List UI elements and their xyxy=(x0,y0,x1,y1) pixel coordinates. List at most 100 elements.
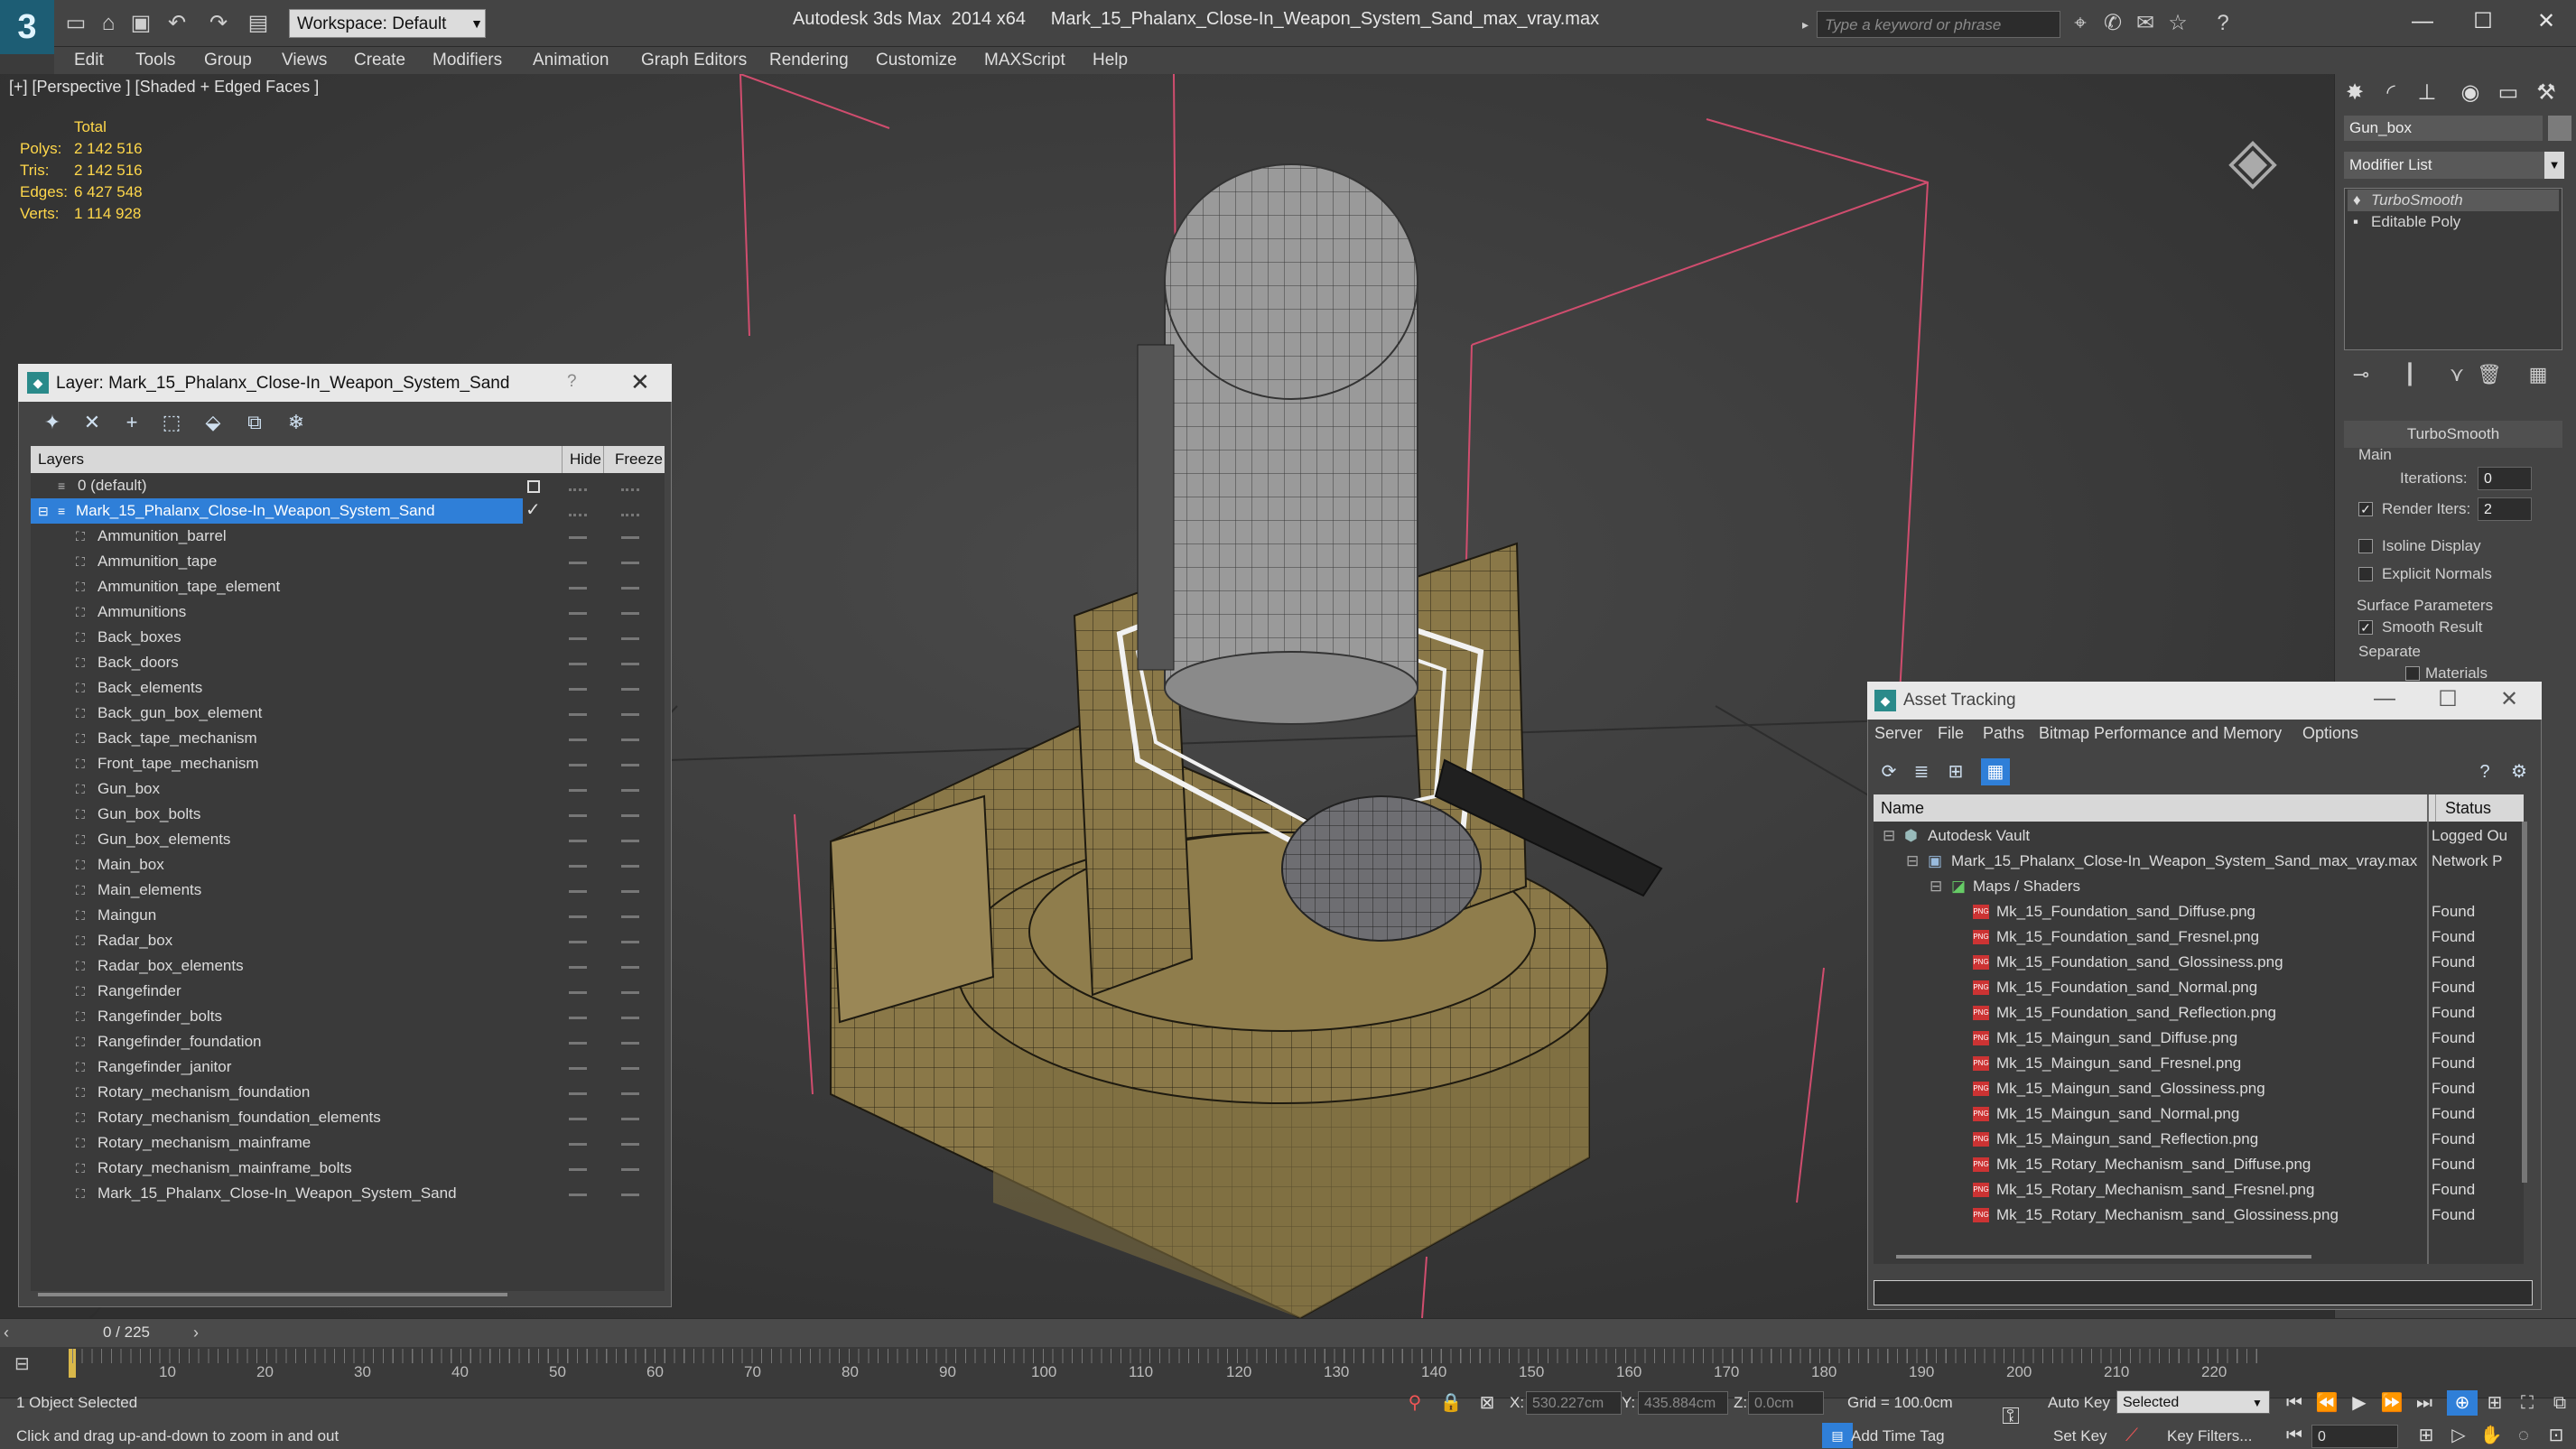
menu-maxscript[interactable]: MAXScript xyxy=(984,47,1065,74)
smooth-result-checkbox[interactable]: ✓ xyxy=(2358,620,2373,635)
open-file-icon[interactable]: ⌂ xyxy=(96,11,121,36)
collapse-icon[interactable]: ⊟ xyxy=(38,498,52,524)
asset-menu-server[interactable]: Server xyxy=(1874,724,1922,743)
field-of-view-icon[interactable]: ▷ xyxy=(2443,1423,2474,1448)
asset-row-png[interactable]: PNG Mk_15_Foundation_sand_Reflection.png F… xyxy=(1874,1000,2524,1026)
motion-tab-icon[interactable]: ◉ xyxy=(2454,78,2487,108)
layer-object-row[interactable]: ⛶ Gun_box xyxy=(31,776,523,802)
x-coordinate-field[interactable]: 530.227cm xyxy=(1526,1391,1622,1415)
freeze-all-icon[interactable]: ❄ xyxy=(280,408,312,437)
layer-object-row[interactable]: ⛶ Rotary_mechanism_mainframe_bolts xyxy=(31,1156,523,1181)
layer-object-row[interactable]: ⛶ Front_tape_mechanism xyxy=(31,751,523,776)
make-unique-icon[interactable]: ⋎ xyxy=(2443,361,2470,388)
favorites-star-icon[interactable]: ☆ xyxy=(2165,11,2190,36)
help-icon[interactable]: ? xyxy=(2210,11,2236,36)
hierarchy-tab-icon[interactable]: ⊥ xyxy=(2411,78,2443,108)
layer-object-row[interactable]: ⛶ Maingun xyxy=(31,903,523,928)
menu-help[interactable]: Help xyxy=(1093,47,1128,74)
lightbulb-icon[interactable]: ♦ xyxy=(2353,190,2361,211)
orbit-icon[interactable]: ◌ xyxy=(2508,1423,2539,1448)
asset-row-png[interactable]: PNG Mk_15_Foundation_sand_Glossiness.png F… xyxy=(1874,950,2524,975)
asset-row-png[interactable]: PNG Mk_15_Foundation_sand_Normal.png Found xyxy=(1874,975,2524,1000)
expand-icon[interactable]: ⊟ xyxy=(1883,823,1895,849)
layer-object-row[interactable]: ⛶ Ammunition_tape xyxy=(31,549,523,574)
asset-maximize-button[interactable]: ☐ xyxy=(2430,686,2466,712)
layer-object-row[interactable]: ⛶ Rangefinder_foundation xyxy=(31,1029,523,1054)
list-view-icon[interactable]: ≣ xyxy=(1907,758,1936,785)
layer-object-row[interactable]: ⛶ Back_tape_mechanism xyxy=(31,726,523,751)
lock-selection-icon[interactable]: 🔒 xyxy=(1436,1390,1466,1416)
menu-create[interactable]: Create xyxy=(354,47,405,74)
time-prev-icon[interactable]: ‹ xyxy=(4,1320,22,1345)
layer-object-row[interactable]: ⛶ Rotary_mechanism_foundation xyxy=(31,1080,523,1105)
search-expand-icon[interactable]: ▸ xyxy=(1802,13,1815,36)
redo-icon[interactable]: ↷ xyxy=(206,11,231,36)
asset-settings-icon[interactable]: ⚙ xyxy=(2505,758,2534,785)
auto-key-button[interactable]: Auto Key xyxy=(2048,1394,2110,1412)
asset-row-png[interactable]: PNG Mk_15_Rotary_Mechanism_sand_Diffuse.p… xyxy=(1874,1152,2524,1177)
layer-object-row[interactable]: ⛶ Ammunition_barrel xyxy=(31,524,523,549)
expand-icon[interactable]: ⊟ xyxy=(1930,874,1942,899)
previous-frame-icon[interactable]: ⏪ xyxy=(2311,1390,2342,1416)
current-frame-field[interactable]: 0 xyxy=(2311,1425,2398,1448)
hide-toggle[interactable] xyxy=(569,488,587,492)
time-slider[interactable] xyxy=(0,1318,2576,1347)
layer-object-row[interactable]: ⛶ Radar_box xyxy=(31,928,523,953)
viewcube-icon[interactable]: ◈ xyxy=(2203,119,2302,200)
asset-path-field[interactable] xyxy=(1874,1280,2533,1305)
close-button[interactable]: ✕ xyxy=(2519,4,2573,40)
play-icon[interactable]: ▶ xyxy=(2344,1390,2375,1416)
z-coordinate-field[interactable]: 0.0cm xyxy=(1748,1391,1824,1415)
app-logo-icon[interactable]: 3 xyxy=(0,0,54,54)
current-layer-box-icon[interactable] xyxy=(527,480,540,493)
menu-views[interactable]: Views xyxy=(282,47,327,74)
workspace-dropdown[interactable]: Workspace: Default xyxy=(289,9,486,38)
add-time-tag-icon[interactable]: ▤ xyxy=(1822,1423,1853,1448)
go-to-start-icon[interactable]: ⏮ xyxy=(2279,1390,2310,1416)
turbosmooth-rollout-header[interactable]: TurboSmooth xyxy=(2344,421,2562,448)
asset-row-vault[interactable]: ⊟ ⬢ Autodesk Vault Logged Ou xyxy=(1874,823,2524,849)
asset-horizontal-scrollbar[interactable] xyxy=(1896,1255,2311,1259)
layer-object-row[interactable]: ⛶ Rangefinder_janitor xyxy=(31,1054,523,1080)
minimize-button[interactable]: — xyxy=(2395,4,2450,40)
layer-object-row[interactable]: ⛶ Gun_box_bolts xyxy=(31,802,523,827)
time-slider-counter[interactable]: 0 / 225 xyxy=(54,1320,199,1345)
layer-close-button[interactable]: ✕ xyxy=(630,368,650,396)
add-to-layer-icon[interactable]: + xyxy=(116,408,148,437)
asset-help-icon[interactable]: ? xyxy=(2470,758,2499,785)
maximize-button[interactable]: ☐ xyxy=(2456,4,2510,40)
freeze-toggle-column[interactable] xyxy=(621,536,639,1204)
asset-menu-bitmap-performance[interactable]: Bitmap Performance and Memory xyxy=(2039,724,2282,743)
absolute-mode-icon[interactable]: ⊠ xyxy=(1472,1390,1502,1416)
hide-toggle-column[interactable] xyxy=(569,536,587,1204)
undo-icon[interactable]: ↶ xyxy=(164,11,190,36)
communication-icon[interactable]: ✉ xyxy=(2133,11,2158,36)
iterations-spinner[interactable]: 0 xyxy=(2478,467,2532,490)
layer-object-row[interactable]: ⛶ Ammunitions xyxy=(31,599,523,625)
asset-row-png[interactable]: PNG Mk_15_Foundation_sand_Fresnel.png Foun… xyxy=(1874,924,2524,950)
column-name[interactable]: Name xyxy=(1881,794,1924,822)
workspace-dropdown-arrow-icon[interactable]: ▼ xyxy=(467,9,487,38)
modifier-list-dropdown[interactable]: Modifier List xyxy=(2344,152,2562,179)
explicit-normals-checkbox[interactable] xyxy=(2358,567,2373,581)
menu-rendering[interactable]: Rendering xyxy=(769,47,849,74)
render-iters-spinner[interactable]: 2 xyxy=(2478,497,2532,521)
expand-icon[interactable]: ⊟ xyxy=(1906,849,1919,874)
modify-tab-icon[interactable]: ◜ xyxy=(2375,78,2407,108)
asset-row-png[interactable]: PNG Mk_15_Maingun_sand_Reflection.png Foun… xyxy=(1874,1127,2524,1152)
key-mode-dropdown[interactable]: Selected xyxy=(2116,1390,2270,1414)
freeze-toggle[interactable] xyxy=(621,488,639,492)
layer-object-row[interactable]: ⛶ Back_gun_box_element xyxy=(31,701,523,726)
layer-row-active[interactable]: ⊟ ≡ Mark_15_Phalanx_Close-In_Weapon_Syst… xyxy=(31,498,523,524)
project-folder-icon[interactable]: ▤ xyxy=(246,11,271,36)
layer-row-default[interactable]: ≡ 0 (default) xyxy=(31,473,523,498)
stack-item-editable-poly[interactable]: ▪ Editable Poly xyxy=(2348,211,2559,233)
column-layers[interactable]: Layers xyxy=(38,446,84,473)
display-tab-icon[interactable]: ▭ xyxy=(2492,78,2525,108)
utilities-tab-icon[interactable]: ⚒ xyxy=(2530,78,2562,108)
set-key-button[interactable]: Set Key xyxy=(2053,1427,2107,1445)
asset-menu-options[interactable]: Options xyxy=(2302,724,2358,743)
asset-menu-paths[interactable]: Paths xyxy=(1983,724,2024,743)
search-input[interactable]: Type a keyword or phrase xyxy=(1817,11,2060,38)
zoom-extents-icon[interactable]: ⛶ xyxy=(2512,1390,2543,1416)
